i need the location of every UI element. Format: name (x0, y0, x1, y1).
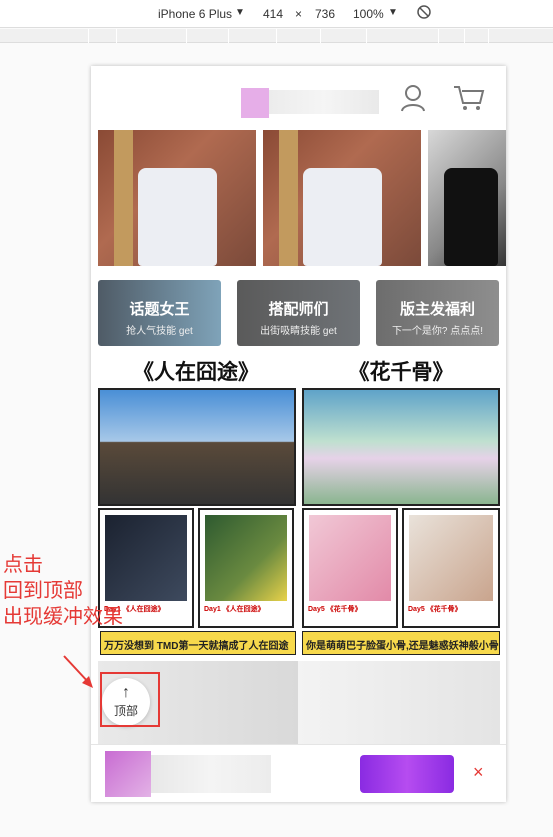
category-subtitle: 下一个是你? 点点点! (391, 326, 484, 337)
times-sign: × (295, 7, 303, 21)
category-subtitle: 出街吸睛技能 get (260, 326, 337, 337)
category-title: 话题女王 (129, 301, 190, 318)
banner-slide[interactable] (98, 130, 256, 266)
site-header (91, 66, 506, 130)
category-card-moderator-benefits[interactable]: 版主发福利 下一个是你? 点点点! (376, 280, 499, 346)
device-select[interactable]: iPhone 6 Plus (158, 7, 232, 21)
logo-mark[interactable] (241, 88, 269, 118)
device-dropdown-icon[interactable]: ▼ (235, 7, 245, 18)
category-card-stylists[interactable]: 搭配师们 出街吸睛技能 get (237, 280, 360, 346)
poster-hua-qian-gu[interactable] (302, 388, 500, 506)
logo-text-blurred[interactable] (269, 90, 379, 114)
annotation-line-1: 点击 (3, 552, 43, 576)
poster-lost-in-thailand[interactable] (98, 388, 296, 506)
app-icon-blurred (105, 751, 151, 797)
category-title: 搭配师们 (268, 301, 329, 318)
download-button[interactable] (360, 755, 454, 793)
category-card-topic-queen[interactable]: 话题女王 抢人气技能 get (98, 280, 221, 346)
section-title-right: 《花千骨》 (348, 361, 454, 384)
comic-strip-left: 万万没想到 TMD第一天就搞成了人在囧途 (100, 631, 296, 655)
annotation-line-2: 回到顶部 (3, 578, 83, 602)
rotate-icon[interactable] (416, 4, 432, 23)
annotation-arrow-icon (63, 655, 93, 688)
width-input[interactable]: 414 (263, 7, 283, 21)
cart-icon[interactable] (453, 84, 485, 117)
media-query-ruler (0, 29, 553, 43)
close-icon[interactable]: × (473, 762, 484, 783)
banner-slide[interactable] (428, 130, 506, 266)
category-subtitle: 抢人气技能 get (126, 326, 193, 337)
user-icon[interactable] (400, 84, 426, 117)
frame-caption: Day1 《人在囧途》 (204, 606, 265, 613)
frame-caption: Day5 《花千骨》 (408, 606, 462, 613)
banner-slide[interactable] (263, 130, 421, 266)
comic-frame[interactable]: Day5 《花千骨》 (302, 508, 398, 628)
device-toolbar: iPhone 6 Plus ▼ 414 × 736 100% ▼ (0, 0, 553, 28)
zoom-dropdown-icon[interactable]: ▼ (388, 7, 398, 18)
annotation-line-3: 出现缓冲效果 (3, 604, 123, 628)
height-input[interactable]: 736 (315, 7, 335, 21)
frame-caption: Day5 《花千骨》 (308, 606, 362, 613)
section-title-left: 《人在囧途》 (133, 361, 259, 384)
zoom-select[interactable]: 100% (353, 7, 384, 21)
comic-strip-right: 你是萌萌巴子脸蛋小骨,还是魅惑妖神般小骨? (302, 631, 500, 655)
app-name-blurred (151, 755, 271, 793)
app-download-bar: × (91, 744, 506, 802)
annotation-highlight-box (100, 672, 160, 727)
comic-frame[interactable]: Day5 《花千骨》 (402, 508, 500, 628)
comic-frame[interactable]: Day1 《人在囧途》 (198, 508, 294, 628)
category-title: 版主发福利 (399, 301, 475, 318)
